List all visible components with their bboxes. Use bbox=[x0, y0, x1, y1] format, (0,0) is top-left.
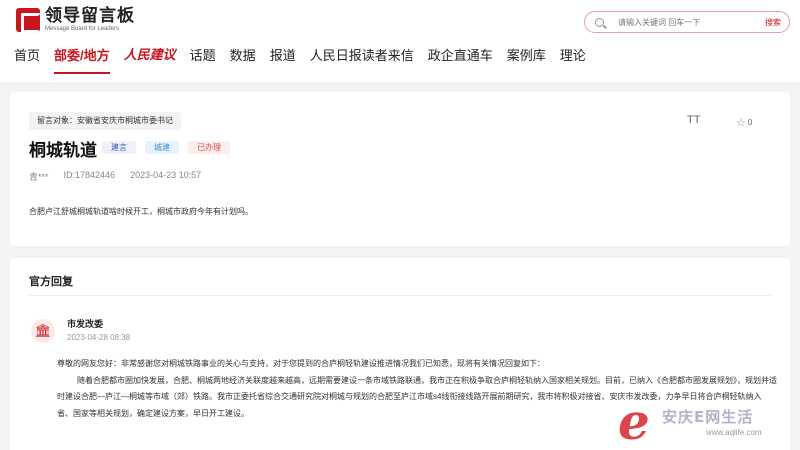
message-meta: 青*** ID:17842446 2023-04-23 10:57 bbox=[29, 170, 216, 183]
search-box: 搜索 bbox=[584, 11, 790, 33]
tag-urban-construction: 城建 bbox=[145, 141, 179, 154]
site-watermark: e 安庆E网生活 www.aqlife.com bbox=[618, 392, 800, 450]
nav-reader-letters[interactable]: 人民日报读者来信 bbox=[310, 40, 414, 76]
search-input[interactable] bbox=[618, 17, 728, 27]
favorite-button[interactable]: ☆ 0 bbox=[736, 116, 752, 129]
nav-theory[interactable]: 理论 bbox=[560, 40, 586, 76]
font-size-button[interactable]: TT bbox=[687, 114, 700, 126]
logo-icon bbox=[16, 8, 41, 33]
star-icon: ☆ bbox=[736, 117, 746, 129]
site-logo[interactable]: 领导留言板 Message Board for Leaders bbox=[16, 6, 135, 34]
status-badge: 已办理 bbox=[188, 141, 230, 154]
official-reply-heading: 官方回复 bbox=[29, 276, 73, 288]
logo-title: 领导留言板 bbox=[45, 6, 135, 26]
nav-people-suggestions[interactable]: 人民建议 bbox=[124, 40, 176, 76]
nav-topics[interactable]: 话题 bbox=[190, 40, 216, 76]
nav-data[interactable]: 数据 bbox=[230, 40, 256, 76]
search-icon bbox=[595, 17, 604, 27]
nav-reports[interactable]: 报道 bbox=[270, 40, 296, 76]
search-button[interactable]: 搜索 bbox=[765, 17, 781, 28]
watermark-url: www.aqlife.com bbox=[706, 428, 762, 437]
message-target: 留言对象：安徽省安庆市桐城市委书记 bbox=[29, 112, 181, 130]
nav-home[interactable]: 首页 bbox=[14, 40, 40, 76]
government-building-icon: 🏛 bbox=[31, 319, 55, 343]
watermark-name: 安庆E网生活 bbox=[662, 408, 754, 426]
divider bbox=[29, 295, 771, 296]
message-content: 合肥卢江舒城桐城轨道啥时候开工，桐城市政府今年有计划吗。 bbox=[29, 207, 253, 216]
message-tags: 建言 城建 已办理 bbox=[102, 141, 239, 154]
watermark-logo-icon: e bbox=[618, 392, 650, 450]
logo-subtitle: Message Board for Leaders bbox=[45, 26, 120, 32]
message-author: 青*** bbox=[29, 172, 49, 182]
nav-ministries-local[interactable]: 部委/地方 bbox=[54, 40, 110, 76]
reply-department: 市发改委 bbox=[67, 319, 104, 329]
message-title: 桐城轨道 bbox=[29, 141, 97, 160]
reply-time: 2023-04-28 08:38 bbox=[67, 333, 131, 342]
top-header: 领导留言板 Message Board for Leaders 搜索 首页 部委… bbox=[0, 0, 800, 82]
reply-greeting: 尊敬的网友您好：非常感谢您对桐城铁路事业的关心与支持，对于您提到的合庐桐轻轨建设… bbox=[57, 359, 545, 368]
nav-enterprise-express[interactable]: 政企直通车 bbox=[428, 40, 493, 76]
star-count: 0 bbox=[747, 118, 753, 127]
message-id: ID:17842446 bbox=[63, 170, 116, 180]
main-nav: 首页 部委/地方 人民建议 话题 数据 报道 人民日报读者来信 政企直通车 案例… bbox=[0, 40, 586, 76]
tag-suggestion: 建言 bbox=[102, 141, 136, 154]
nav-case-library[interactable]: 案例库 bbox=[507, 40, 546, 76]
message-time: 2023-04-23 10:57 bbox=[130, 170, 202, 180]
message-card: 留言对象：安徽省安庆市桐城市委书记 TT ☆ 0 桐城轨道 建言 城建 已办理 … bbox=[10, 92, 790, 246]
